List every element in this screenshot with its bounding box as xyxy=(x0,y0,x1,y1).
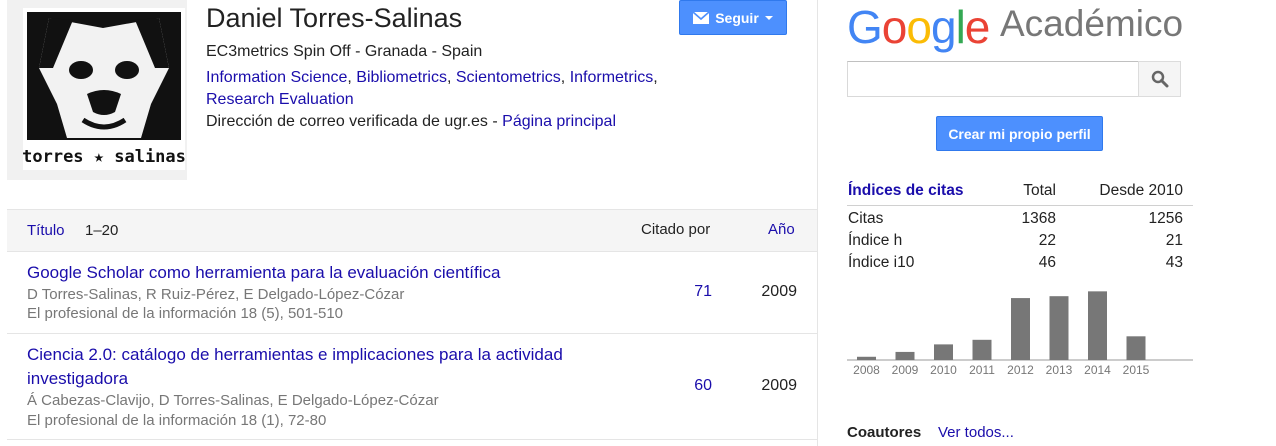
cited-by-header: Citado por xyxy=(641,221,711,238)
interest-link[interactable]: Research Evaluation xyxy=(206,91,354,108)
chart-bar-2014[interactable] xyxy=(1088,291,1107,360)
citation-since: 43 xyxy=(1165,254,1183,271)
chart-year-label: 2009 xyxy=(892,363,919,377)
citation-total: 46 xyxy=(1038,254,1056,271)
profile-name: Daniel Torres-Salinas xyxy=(206,3,463,33)
follow-button[interactable]: Seguir xyxy=(679,0,787,35)
citation-indices-table: Índices de citas Total Desde 2010 Citas … xyxy=(847,180,1193,272)
view-all-coauthors-link[interactable]: Ver todos... xyxy=(938,424,1014,441)
logo-letter: G xyxy=(847,1,883,53)
search-icon xyxy=(1151,70,1168,88)
chart-bar-2010[interactable] xyxy=(934,344,953,360)
publication-authors: Á Cabezas-Clavijo, D Torres-Salinas, E D… xyxy=(27,392,439,409)
citation-indices-header: Índices de citas Total Desde 2010 xyxy=(847,180,1193,206)
chart-year-label: 2013 xyxy=(1046,363,1073,377)
search-input[interactable] xyxy=(847,61,1139,97)
chart-year-label: 2015 xyxy=(1123,363,1150,377)
chart-year-label: 2008 xyxy=(853,363,880,377)
logo-letter: o xyxy=(906,1,932,53)
citation-total: 1368 xyxy=(1021,210,1056,227)
citation-row: Índice h 22 21 xyxy=(847,228,1193,250)
interest-link[interactable]: Bibliometrics xyxy=(356,69,447,86)
chart-bar-2009[interactable] xyxy=(895,351,915,360)
sort-by-year-link[interactable]: Año xyxy=(768,221,795,238)
column-since: Desde 2010 xyxy=(1099,182,1183,199)
interest-link[interactable]: Informetrics xyxy=(570,69,654,86)
citation-label: Citas xyxy=(848,210,884,227)
publication-title-link[interactable]: Ciencia 2.0: catálogo de herramientas e … xyxy=(27,343,587,391)
search-button[interactable] xyxy=(1138,61,1181,97)
citation-total: 22 xyxy=(1038,232,1056,249)
citation-indices-title[interactable]: Índices de citas xyxy=(848,182,963,200)
chart-year-label: 2011 xyxy=(969,363,995,377)
sort-by-title-link[interactable]: Título xyxy=(27,222,65,239)
publication-year: 2009 xyxy=(761,377,797,394)
photo-caption: torres ★ salinas xyxy=(23,147,185,167)
interest-link[interactable]: Scientometrics xyxy=(456,69,561,86)
homepage-link[interactable]: Página principal xyxy=(502,113,616,130)
google-scholar-logo[interactable]: Google xyxy=(847,0,991,54)
citation-row: Citas 1368 1256 xyxy=(847,206,1193,228)
create-profile-button[interactable]: Crear mi propio perfil xyxy=(936,116,1103,151)
logo-suffix: Académico xyxy=(1000,3,1184,44)
chart-bar-2013[interactable] xyxy=(1049,296,1069,360)
publication-venue: El profesional de la información 18 (5),… xyxy=(27,305,344,322)
publication-authors: D Torres-Salinas, R Ruiz-Pérez, E Delgad… xyxy=(27,286,405,303)
chevron-down-icon xyxy=(764,15,773,20)
follow-label: Seguir xyxy=(715,9,759,26)
logo-letter: l xyxy=(955,1,966,53)
table-row: Google Scholar como herramienta para la … xyxy=(7,251,817,334)
coauthors-heading: Coautores xyxy=(847,424,922,441)
publication-venue: El profesional de la información 18 (1),… xyxy=(27,412,327,429)
table-row: Ciencia 2.0: catálogo de herramientas e … xyxy=(7,334,817,440)
verified-email-line: Dirección de correo verificada de ugr.es… xyxy=(206,113,616,131)
chart-year-label: 2010 xyxy=(930,363,957,377)
chart-bar-2011[interactable] xyxy=(972,339,992,360)
cited-by-count-link[interactable]: 60 xyxy=(694,377,712,395)
logo-letter: o xyxy=(881,1,908,53)
publications-table-header: Título 1–20 Citado por Año xyxy=(7,209,817,252)
chart-bar-2012[interactable] xyxy=(1011,298,1030,360)
logo-letter: e xyxy=(964,1,991,53)
citation-since: 21 xyxy=(1165,232,1183,249)
chart-bar-2015[interactable] xyxy=(1126,336,1146,360)
chart-year-label: 2012 xyxy=(1007,363,1034,377)
envelope-icon xyxy=(693,11,710,24)
citations-per-year-chart: 2008 2009 2010 2011 2012 2013 2014 2015 xyxy=(847,291,1193,377)
verified-email-text: Dirección de correo verificada de ugr.es… xyxy=(206,113,503,130)
interest-link[interactable]: Information Science xyxy=(206,69,347,86)
profile-photo: torres ★ salinas xyxy=(23,8,185,170)
publication-year: 2009 xyxy=(761,283,797,300)
chart-year-label: 2014 xyxy=(1084,363,1111,377)
citation-label: Índice h xyxy=(848,232,903,249)
sidebar-divider xyxy=(817,0,818,446)
logo-letter: g xyxy=(930,1,957,53)
profile-photo-frame: torres ★ salinas xyxy=(7,0,187,180)
cited-by-count-link[interactable]: 71 xyxy=(694,283,712,301)
column-total: Total xyxy=(1023,182,1056,199)
citation-since: 1256 xyxy=(1148,210,1183,227)
citation-row: Índice i10 46 43 xyxy=(847,250,1193,272)
citation-label: Índice i10 xyxy=(848,254,915,271)
publication-title-link[interactable]: Google Scholar como herramienta para la … xyxy=(27,261,587,285)
chart-bar-2008[interactable] xyxy=(857,356,876,360)
profile-affiliation: EC3metrics Spin Off - Granada - Spain xyxy=(206,43,483,60)
profile-interests: Information Science, Bibliometrics, Scie… xyxy=(206,69,658,108)
results-range: 1–20 xyxy=(85,222,119,239)
